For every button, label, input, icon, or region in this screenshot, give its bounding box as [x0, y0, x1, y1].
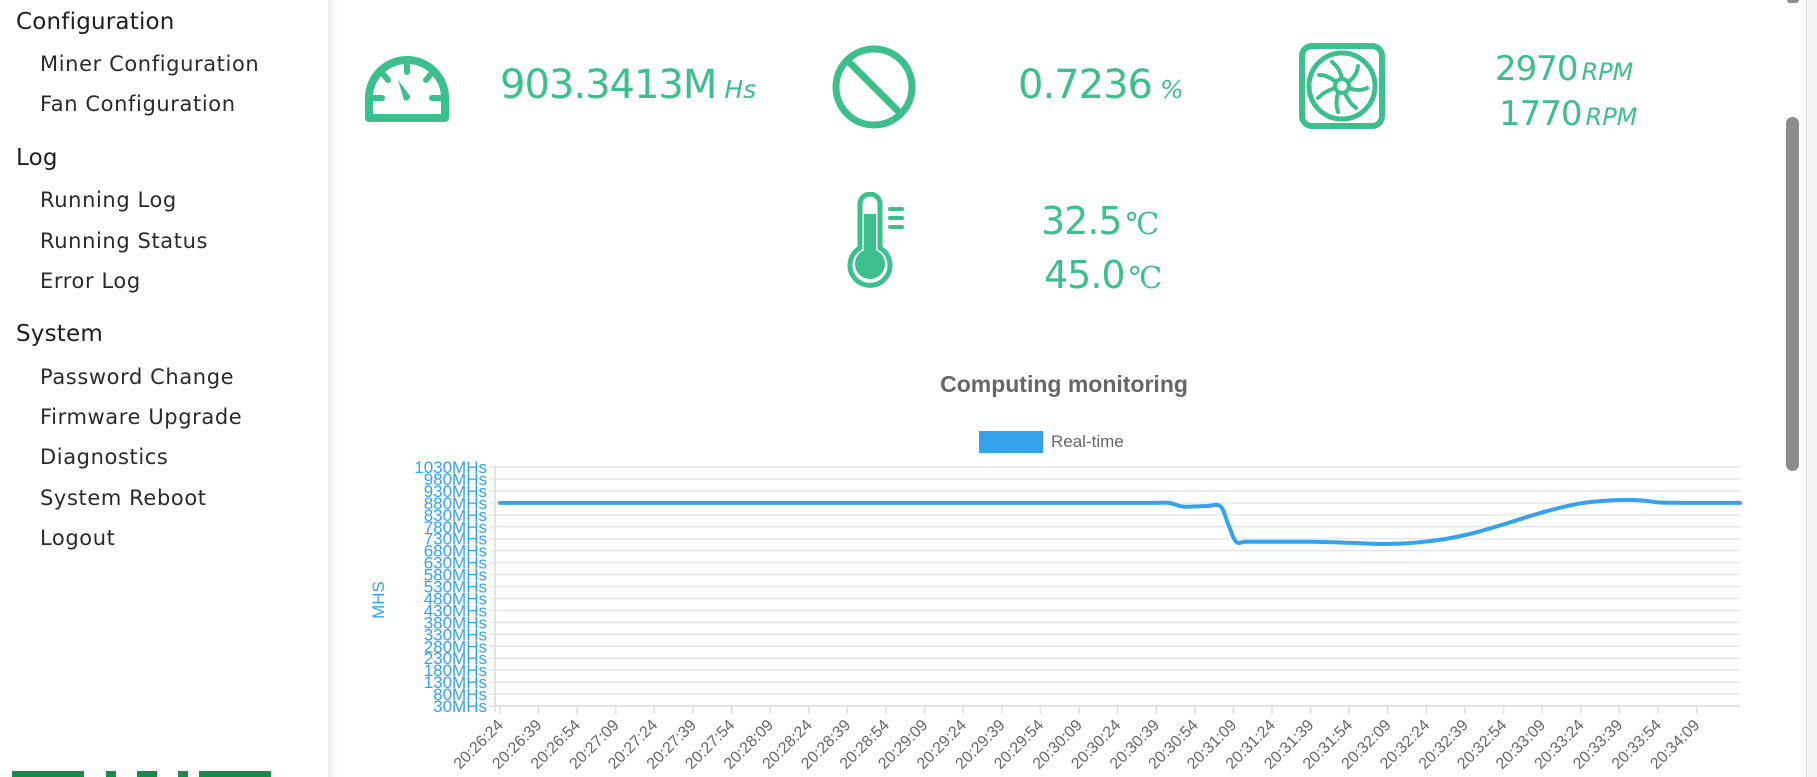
nav-item-system-reboot[interactable]: System Reboot: [40, 486, 207, 510]
main-content: 903.3413M Hs 0.7236% 2970 RPM 1770 RPM 3…: [338, 0, 1790, 777]
nav-item-firmware-upgrade[interactable]: Firmware Upgrade: [40, 405, 242, 429]
window-edge: [1806, 0, 1817, 777]
nav-item-password-change[interactable]: Password Change: [40, 365, 234, 389]
nav-item-diagnostics[interactable]: Diagnostics: [40, 445, 168, 469]
scrollbar-thumb[interactable]: [1786, 117, 1799, 471]
nav-item-miner-configuration[interactable]: Miner Configuration: [40, 52, 259, 76]
scrollbar-top: [1787, 0, 1799, 3]
hashrate-chart: 1030MHs980MHs930MHs880MHs830MHs780MHs730…: [414, 458, 1742, 773]
nav-group-log: Log: [16, 145, 58, 171]
nav-item-logout[interactable]: Logout: [40, 526, 116, 550]
sidebar: Configuration Miner Configuration Fan Co…: [0, 0, 328, 777]
nav-group-system: System: [16, 321, 103, 347]
y-tick-label: 30MHs: [433, 697, 487, 716]
nav-item-running-log[interactable]: Running Log: [40, 188, 177, 212]
sidebar-divider: [328, 0, 338, 777]
series-line-real-time: [498, 497, 1742, 546]
nav-item-running-status[interactable]: Running Status: [40, 229, 208, 253]
nav-item-fan-configuration[interactable]: Fan Configuration: [40, 92, 236, 116]
nav-item-error-log[interactable]: Error Log: [40, 269, 141, 293]
nav-group-configuration: Configuration: [16, 9, 175, 35]
